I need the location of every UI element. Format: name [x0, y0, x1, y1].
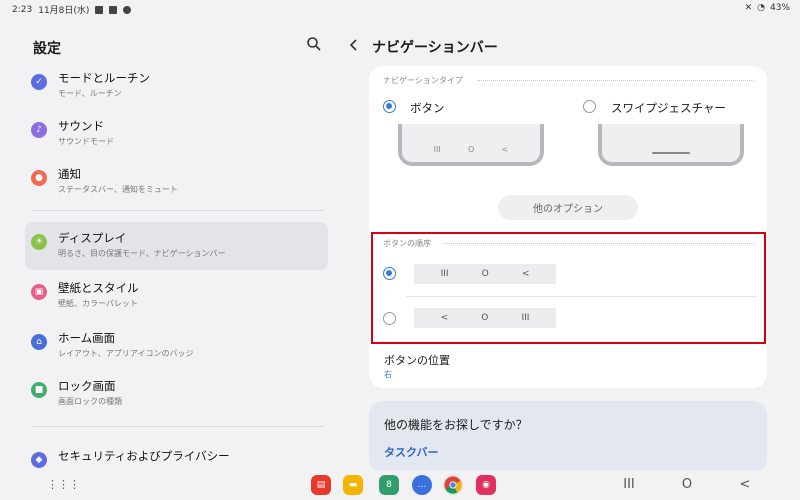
gallery-notification-icon [95, 5, 104, 14]
notes-app-icon[interactable]: ▤ [311, 475, 331, 495]
page-title: ナビゲーションバー [372, 40, 498, 56]
chrome-logo-icon [444, 476, 462, 494]
taskbar-link[interactable]: タスクバー [384, 444, 438, 460]
security-icon: ◆ [31, 452, 47, 468]
button-position-value: 右 [384, 370, 392, 379]
menu-item-title: 通知 [58, 167, 81, 181]
radio-swipe-gestures[interactable] [583, 100, 596, 113]
files-app-icon[interactable]: ▬ [343, 475, 363, 495]
home-key-preview: O [481, 269, 489, 279]
grid-icon: ⋮⋮⋮ [47, 478, 80, 491]
button-order-2-preview[interactable]: < O III [414, 308, 556, 328]
recents-nav-button[interactable]: III [621, 477, 637, 493]
back-key-preview: < [440, 313, 449, 323]
settings-title: 設定 [33, 41, 61, 57]
search-button[interactable] [306, 36, 326, 56]
buttons-preview[interactable]: III O < [398, 124, 544, 166]
search-icon [307, 37, 321, 51]
lock-screen-icon: ■ [31, 382, 47, 398]
menu-item-subtitle: サウンドモード [58, 137, 114, 146]
calendar-app-icon[interactable]: 8 [379, 475, 399, 495]
recents-key-preview: III [440, 269, 449, 279]
menu-item-modes-routines[interactable]: ✓ モードとルーチン モード、ルーチン [25, 62, 328, 110]
menu-item-sound[interactable]: ♪ サウンド サウンドモード [25, 110, 328, 158]
app-drawer-button[interactable]: ⋮⋮⋮ [47, 478, 80, 492]
menu-item-title: セキュリティおよびプライバシー [58, 449, 230, 463]
looking-for-more-title: 他の機能をお探しですか？ [384, 418, 528, 432]
status-bar: 2:23 11月8日(水) ✕ ◔ 43% [0, 0, 800, 16]
menu-item-subtitle: 壁紙、カラーパレット [58, 299, 138, 308]
wifi-icon: ◔ [757, 3, 765, 13]
menu-item-title: モードとルーチン [58, 71, 150, 85]
option-buttons-label: ボタン [410, 101, 445, 115]
menu-item-notifications[interactable]: ● 通知 ステータスバー、通知をミュート [25, 158, 328, 206]
menu-item-title: ロック画面 [58, 379, 116, 393]
home-key-preview: O [481, 313, 489, 323]
account-notification-icon [123, 5, 132, 14]
status-date: 11月8日(水) [38, 6, 90, 16]
gesture-handle [652, 152, 690, 154]
divider [406, 296, 756, 297]
menu-item-title: サウンド [58, 119, 104, 133]
menu-item-display[interactable]: ☀ ディスプレイ 明るさ、目の保護モード、ナビゲーションバー [25, 222, 328, 270]
mute-icon: ✕ [744, 3, 753, 13]
radio-button-order-1[interactable] [383, 267, 396, 280]
notification-icon: ● [31, 170, 47, 186]
swipe-gestures-preview[interactable] [598, 124, 744, 166]
section-divider [478, 80, 754, 81]
menu-item-lock-screen[interactable]: ■ ロック画面 画面ロックの種類 [25, 370, 328, 418]
home-key-preview: O [468, 145, 475, 154]
store-notification-icon [109, 5, 118, 14]
radio-button-order-2[interactable] [383, 312, 396, 325]
camera-app-icon[interactable]: ◉ [476, 475, 496, 495]
chrome-app-icon[interactable] [443, 475, 463, 495]
back-key-preview: < [521, 269, 530, 279]
button-order-1-preview[interactable]: III O < [414, 264, 556, 284]
taskbar: ⋮⋮⋮ ▤ ▬ 8 … ◉ III O < [0, 470, 800, 500]
option-swipe-label: スワイプジェスチャー [611, 101, 726, 115]
radio-buttons-navigation[interactable] [383, 100, 396, 113]
menu-item-title: ディスプレイ [58, 231, 127, 245]
wallpaper-icon: ▣ [31, 284, 47, 300]
button-position-setting[interactable]: ボタンの位置 [384, 352, 450, 368]
home-nav-button[interactable]: O [679, 477, 695, 493]
recents-key-preview: III [433, 145, 441, 154]
home-screen-icon: ⌂ [31, 334, 47, 350]
section-divider [33, 426, 323, 427]
menu-item-subtitle: レイアウト、アプリアイコンのバッジ [58, 349, 194, 358]
menu-item-subtitle: 画面ロックの種類 [58, 397, 122, 406]
looking-for-more-card [369, 401, 767, 473]
status-time: 2:23 [12, 4, 33, 15]
menu-item-title: ホーム画面 [58, 331, 116, 345]
menu-item-home-screen[interactable]: ⌂ ホーム画面 レイアウト、アプリアイコンのバッジ [25, 322, 328, 370]
display-icon: ☀ [31, 234, 47, 250]
mode-routine-icon: ✓ [31, 74, 47, 90]
messages-app-icon[interactable]: … [412, 475, 432, 495]
other-options-button[interactable]: 他のオプション [498, 195, 638, 220]
back-button[interactable] [348, 38, 364, 54]
section-divider [33, 210, 323, 211]
sound-icon: ♪ [31, 122, 47, 138]
menu-item-security-privacy[interactable]: ◆ セキュリティおよびプライバシー [25, 440, 328, 470]
button-order-label: ボタンの順序 [383, 239, 431, 248]
back-key-preview: < [501, 145, 509, 154]
settings-list-pane: 設定 ✓ モードとルーチン モード、ルーチン ♪ サウンド サウンドモード ● … [0, 16, 345, 470]
menu-item-subtitle: ステータスバー、通知をミュート [58, 185, 178, 194]
section-divider [443, 243, 754, 244]
menu-item-subtitle: モード、ルーチン [58, 89, 122, 98]
menu-item-title: 壁紙とスタイル [58, 281, 139, 295]
battery-level: 43% [769, 3, 790, 13]
back-nav-button[interactable]: < [737, 477, 753, 493]
chevron-left-icon [349, 39, 357, 51]
navigation-type-label: ナビゲーションタイプ [383, 76, 463, 85]
menu-item-subtitle: 明るさ、目の保護モード、ナビゲーションバー [58, 249, 226, 258]
menu-item-wallpaper-style[interactable]: ▣ 壁紙とスタイル 壁紙、カラーパレット [25, 272, 328, 320]
recents-key-preview: III [521, 313, 530, 323]
